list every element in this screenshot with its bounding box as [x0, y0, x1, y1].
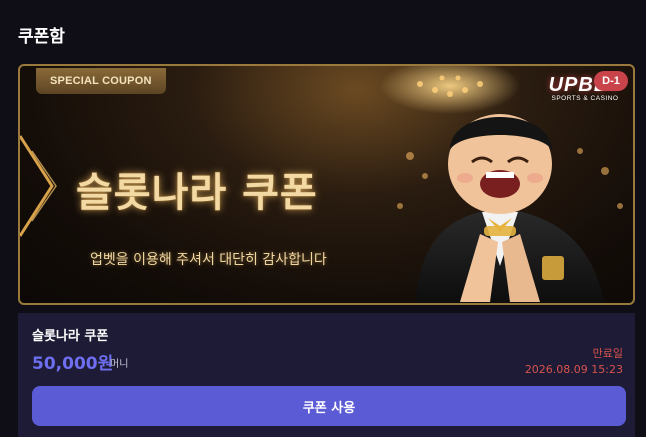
special-coupon-tag: SPECIAL COUPON [36, 68, 166, 94]
coupon-name: 슬롯나라 쿠폰 [32, 329, 109, 344]
banner-title: 슬롯나라 쿠폰 [76, 170, 318, 216]
arrow-decoration [20, 135, 54, 237]
coupon-unit: 머니 [110, 359, 129, 370]
coupon-card: SPECIAL COUPON UPBET SPORTS & CASINO D-1… [18, 64, 635, 437]
banner-subtitle: 업벳을 이용해 주셔서 대단히 감사합니다 [90, 252, 327, 268]
expiry-label: 만료일 [592, 347, 623, 360]
brand-tagline: SPORTS & CASINO [551, 95, 619, 102]
coupon-info-panel: 슬롯나라 쿠폰 50,000원 머니 만료일 2026.08.09 15:23 … [18, 313, 635, 437]
coupon-amount: 50,000원 [32, 354, 114, 374]
page-header: 쿠폰함 [0, 0, 646, 64]
page-title: 쿠폰함 [18, 27, 65, 47]
use-coupon-button[interactable]: 쿠폰 사용 [32, 386, 626, 426]
expiry-date: 2026.08.09 15:23 [524, 363, 623, 376]
dday-badge: D-1 [594, 71, 628, 91]
coupon-banner: SPECIAL COUPON UPBET SPORTS & CASINO D-1… [18, 64, 635, 305]
mascot-illustration [415, 114, 605, 303]
chandelier-glow [380, 66, 520, 114]
